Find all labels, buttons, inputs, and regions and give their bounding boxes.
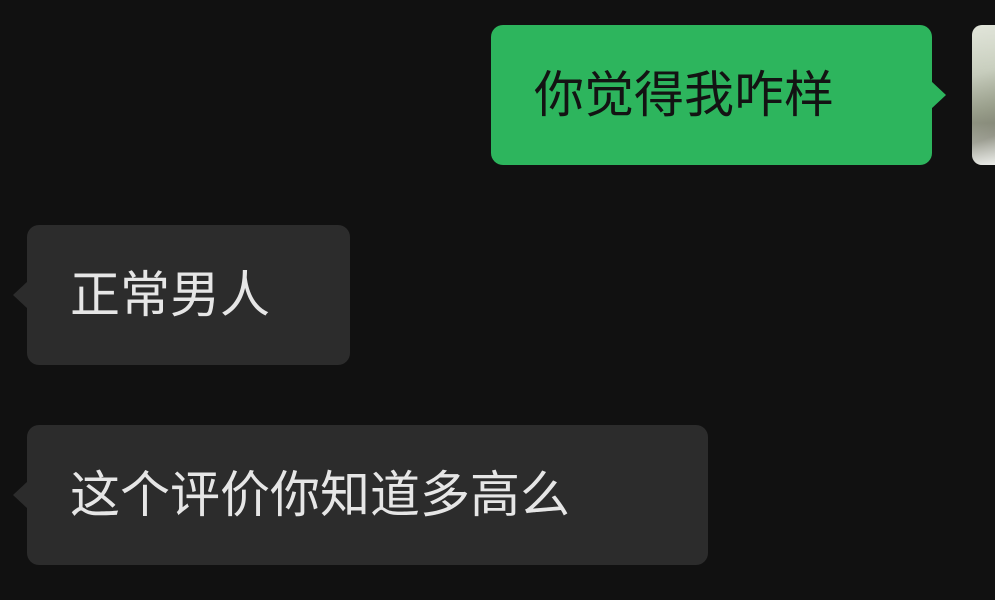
chat-conversation: 你觉得我咋样 正常男人 这个评价你知道多高么: [0, 0, 995, 600]
message-text: 正常男人: [70, 266, 270, 324]
message-text: 你觉得我咋样: [534, 66, 834, 124]
incoming-message-bubble[interactable]: 这个评价你知道多高么: [13, 425, 708, 565]
outgoing-message-bubble[interactable]: 你觉得我咋样: [491, 25, 946, 165]
incoming-message-bubble[interactable]: 正常男人: [13, 225, 350, 365]
message-text: 这个评价你知道多高么: [70, 466, 570, 524]
user-avatar[interactable]: [972, 25, 995, 165]
